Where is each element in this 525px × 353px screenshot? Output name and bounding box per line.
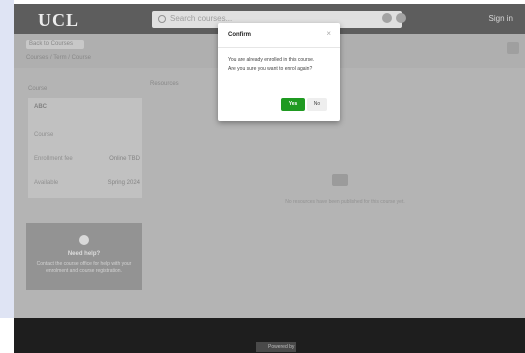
- dialog-title: Confirm: [228, 32, 251, 38]
- close-icon[interactable]: ×: [326, 29, 331, 38]
- left-accent-panel: [0, 0, 14, 318]
- confirm-dialog: Confirm × You are already enrolled in th…: [218, 23, 340, 121]
- dialog-message: You are already enrolled in this course.…: [228, 56, 333, 74]
- dialog-message-line: You are already enrolled in this course.: [228, 57, 315, 63]
- yes-button[interactable]: Yes: [281, 98, 305, 111]
- powered-by-label: Powered by: [268, 344, 295, 350]
- dialog-header: Confirm ×: [218, 23, 340, 48]
- no-button[interactable]: No: [307, 98, 327, 111]
- dialog-message-line: Are you sure you want to enrol again?: [228, 66, 313, 72]
- powered-by-badge[interactable]: Powered by: [256, 342, 296, 352]
- page-footer: Powered by: [14, 318, 525, 353]
